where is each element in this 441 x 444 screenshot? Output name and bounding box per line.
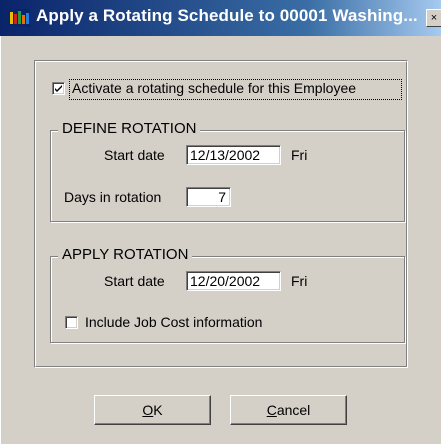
define-start-weekday: Fri [291, 147, 308, 163]
define-rotation-title: DEFINE ROTATION [58, 120, 201, 137]
apply-rotation-title: APPLY ROTATION [58, 246, 193, 263]
define-rotation-group [50, 130, 405, 222]
checkmark-icon [55, 85, 62, 92]
apply-start-date-input[interactable]: 12/20/2002 [186, 271, 281, 291]
window-title: Apply a Rotating Schedule to 00001 Washi… [36, 6, 418, 25]
ok-mnemonic: O [142, 402, 154, 418]
apply-start-date-label: Start date [104, 273, 165, 289]
app-logo-icon [8, 9, 30, 27]
define-start-date-label: Start date [104, 147, 165, 163]
ok-label-rest: K [153, 402, 163, 418]
define-start-date-input[interactable]: 12/13/2002 [186, 145, 281, 165]
ok-button[interactable]: OK [94, 395, 211, 425]
cancel-mnemonic: C [266, 402, 277, 418]
days-in-rotation-label: Days in rotation [64, 189, 162, 205]
close-icon: × [430, 12, 438, 24]
cancel-label-rest: ancel [276, 402, 311, 418]
activate-rotation-checkbox[interactable] [52, 82, 65, 95]
apply-start-weekday: Fri [291, 273, 308, 289]
include-job-cost-label[interactable]: Include Job Cost information [85, 314, 262, 330]
cancel-button[interactable]: Cancel [230, 395, 347, 425]
title-bar[interactable]: Apply a Rotating Schedule to 00001 Washi… [0, 0, 441, 36]
days-in-rotation-input[interactable]: 7 [186, 187, 231, 207]
close-button[interactable]: × [426, 9, 441, 27]
activate-rotation-label[interactable]: Activate a rotating schedule for this Em… [72, 80, 356, 96]
include-job-cost-checkbox[interactable] [65, 316, 78, 329]
